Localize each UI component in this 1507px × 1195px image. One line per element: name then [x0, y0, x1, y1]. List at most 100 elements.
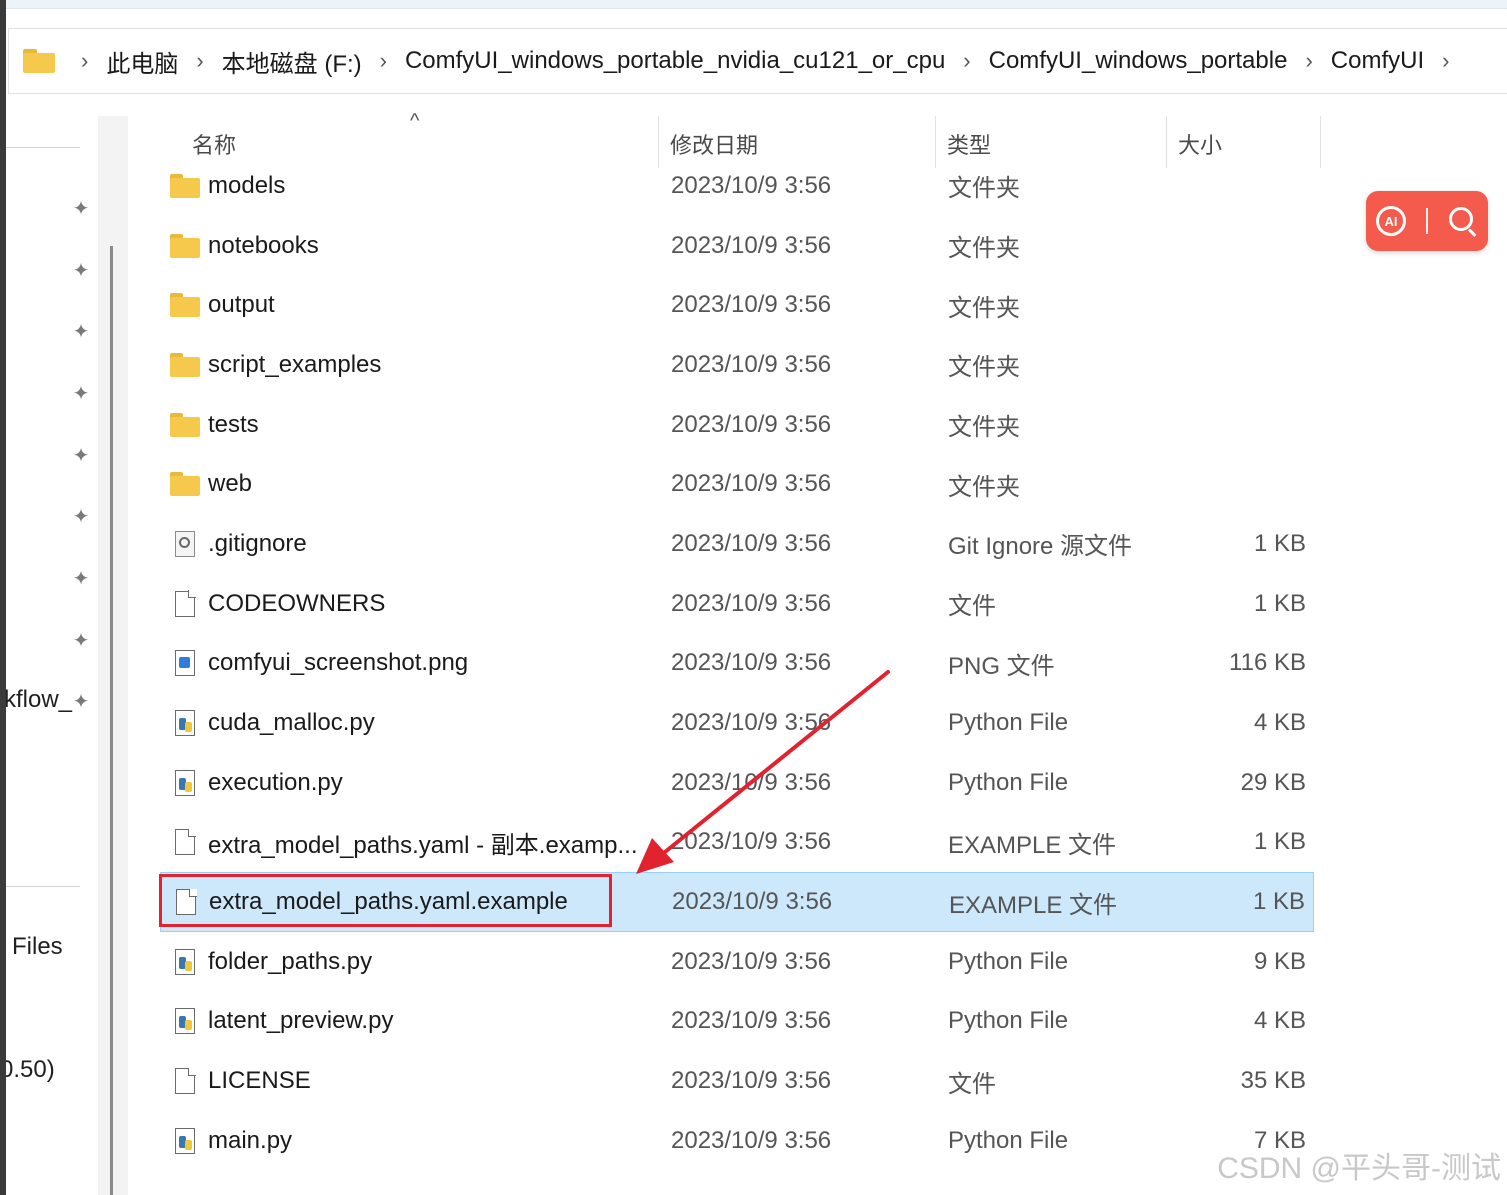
file-type: 文件夹: [948, 414, 1020, 442]
chevron-right-icon[interactable]: ›: [370, 48, 397, 74]
file-name: tests: [208, 410, 259, 438]
file-type: EXAMPLE 文件: [949, 891, 1118, 919]
file-type: 文件: [948, 593, 996, 621]
file-row[interactable]: execution.py 2023/10/9 3:56 Python File 29 …: [160, 753, 1314, 813]
folder-icon: [23, 49, 55, 73]
file-row[interactable]: folder_paths.py 2023/10/9 3:56 Python File…: [160, 932, 1314, 992]
file-date: 2023/10/9 3:56: [671, 350, 832, 378]
gear-file-icon: [175, 530, 195, 557]
address-bar[interactable]: › 此电脑 › 本地磁盘 (F:) › ComfyUI_windows_port…: [8, 28, 1507, 94]
file-row[interactable]: main.py 2023/10/9 3:56 Python File 7 KB: [160, 1111, 1314, 1171]
folder-icon: [170, 352, 200, 377]
file-name: output: [208, 291, 275, 319]
file-type: Python File: [948, 768, 1069, 796]
file-type: PNG 文件: [948, 652, 1055, 680]
python-file-icon: [175, 710, 195, 737]
file-row[interactable]: extra_model_paths.yaml - 副本.examp... 2023…: [160, 813, 1314, 873]
chevron-right-icon[interactable]: ›: [953, 48, 980, 74]
file-icon: [175, 828, 196, 856]
file-name: latent_preview.py: [208, 1007, 394, 1035]
file-type: Python File: [948, 709, 1069, 737]
file-icon: [175, 590, 196, 617]
file-date: 2023/10/9 3:56: [671, 1067, 832, 1095]
file-type: Python File: [948, 947, 1069, 975]
file-row[interactable]: extra_model_paths.yaml.example 2023/10/9 …: [160, 872, 1314, 932]
file-icon: [176, 888, 197, 916]
breadcrumb-item[interactable]: 本地磁盘 (F:): [214, 44, 370, 79]
file-name: LICENSE: [208, 1067, 311, 1095]
pin-icon[interactable]: ✦: [70, 445, 92, 467]
file-date: 2023/10/9 3:56: [671, 828, 832, 856]
column-divider[interactable]: [1320, 116, 1321, 168]
file-name: .gitignore: [208, 529, 307, 557]
file-date: 2023/10/9 3:56: [671, 709, 832, 737]
file-name: cuda_malloc.py: [208, 709, 375, 737]
file-row[interactable]: output 2023/10/9 3:56 文件夹: [160, 275, 1314, 335]
file-row[interactable]: tests 2023/10/9 3:56 文件夹: [160, 395, 1314, 455]
file-row[interactable]: LICENSE 2023/10/9 3:56 文件 35 KB: [160, 1051, 1314, 1111]
file-row[interactable]: CODEOWNERS 2023/10/9 3:56 文件 1 KB: [160, 574, 1314, 634]
file-type: 文件夹: [948, 235, 1020, 263]
nav-divider: [6, 886, 80, 887]
nav-scrollbar[interactable]: [98, 116, 128, 1195]
pin-icon[interactable]: ✦: [70, 691, 92, 713]
file-date: 2023/10/9 3:56: [672, 888, 833, 916]
file-size: 1 KB: [1253, 828, 1306, 856]
file-date: 2023/10/9 3:56: [671, 529, 832, 557]
chevron-right-icon[interactable]: ›: [71, 48, 98, 74]
file-size: 1 KB: [1252, 888, 1305, 916]
nav-item[interactable]: 0.50): [6, 1056, 55, 1084]
breadcrumb-item[interactable]: ComfyUI_windows_portable: [981, 47, 1296, 75]
file-type: 文件夹: [948, 294, 1020, 322]
pin-icon[interactable]: ✦: [70, 260, 92, 282]
pin-icon[interactable]: ✦: [70, 568, 92, 590]
file-type: 文件: [948, 1070, 996, 1098]
file-row[interactable]: notebooks 2023/10/9 3:56 文件夹: [160, 216, 1314, 276]
file-row[interactable]: models 2023/10/9 3:56 文件夹: [160, 156, 1314, 216]
file-name: models: [208, 171, 286, 199]
file-name: CODEOWNERS: [208, 589, 386, 617]
file-type: 文件夹: [948, 473, 1020, 501]
file-type: EXAMPLE 文件: [948, 831, 1117, 859]
file-date: 2023/10/9 3:56: [671, 589, 832, 617]
folder-icon: [170, 412, 200, 437]
file-row[interactable]: script_examples 2023/10/9 3:56 文件夹: [160, 335, 1314, 395]
file-name: notebooks: [208, 231, 319, 259]
file-icon: [175, 1067, 196, 1095]
breadcrumb-item[interactable]: 此电脑: [98, 44, 186, 79]
file-row[interactable]: web 2023/10/9 3:56 文件夹: [160, 454, 1314, 514]
file-row[interactable]: .gitignore 2023/10/9 3:56 Git Ignore 源文件 1 …: [160, 514, 1314, 574]
pin-icon[interactable]: ✦: [70, 198, 92, 220]
chevron-right-icon[interactable]: ›: [1295, 48, 1322, 74]
ai-search-float-button[interactable]: AI: [1366, 191, 1488, 251]
image-file-icon: [175, 650, 195, 677]
file-name: folder_paths.py: [208, 947, 373, 975]
file-row[interactable]: latent_preview.py 2023/10/9 3:56 Python Fi…: [160, 992, 1314, 1052]
nav-item[interactable]: l Files: [6, 933, 63, 961]
chevron-right-icon[interactable]: ›: [1432, 48, 1459, 74]
pin-icon[interactable]: ✦: [70, 383, 92, 405]
file-name: execution.py: [208, 768, 343, 796]
file-row[interactable]: comfyui_screenshot.png 2023/10/9 3:56 PNG …: [160, 634, 1314, 694]
chevron-right-icon[interactable]: ›: [186, 48, 213, 74]
file-name: main.py: [208, 1126, 293, 1154]
file-row[interactable]: cuda_malloc.py 2023/10/9 3:56 Python File 4…: [160, 693, 1314, 753]
file-size: 35 KB: [1240, 1067, 1306, 1095]
file-size: 29 KB: [1240, 768, 1306, 796]
search-icon[interactable]: [1448, 206, 1478, 236]
file-name: extra_model_paths.yaml.example: [209, 888, 568, 916]
file-date: 2023/10/9 3:56: [671, 171, 832, 199]
python-file-icon: [175, 948, 195, 975]
python-file-icon: [175, 1127, 195, 1154]
folder-icon: [170, 472, 200, 497]
breadcrumb-item[interactable]: ComfyUI_windows_portable_nvidia_cu121_or…: [397, 47, 953, 75]
nav-item[interactable]: kflow_: [6, 686, 72, 714]
breadcrumb-item[interactable]: ComfyUI: [1323, 47, 1432, 75]
ai-icon[interactable]: AI: [1376, 206, 1406, 236]
file-name: comfyui_screenshot.png: [208, 649, 469, 677]
pin-icon[interactable]: ✦: [70, 321, 92, 343]
pin-icon[interactable]: ✦: [70, 630, 92, 652]
file-date: 2023/10/9 3:56: [671, 768, 832, 796]
scrollbar-thumb[interactable]: [110, 246, 113, 1195]
pin-icon[interactable]: ✦: [70, 506, 92, 528]
